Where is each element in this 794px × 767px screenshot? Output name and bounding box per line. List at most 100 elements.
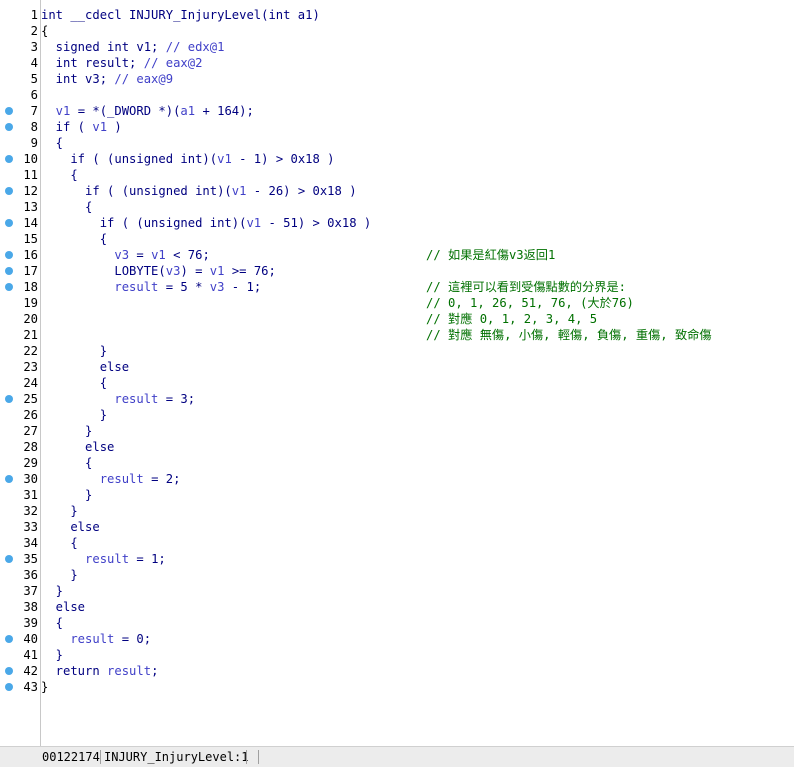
code-line-22[interactable]: }	[41, 343, 794, 359]
code-line-34[interactable]: {	[41, 535, 794, 551]
code-variable[interactable]: a1	[180, 104, 195, 118]
code-token[interactable]: if (	[41, 120, 92, 134]
code-line-25[interactable]: result = 3;	[41, 391, 794, 407]
code-variable[interactable]: // edx@1	[166, 40, 225, 54]
breakpoint-dot-icon[interactable]	[5, 123, 13, 131]
code-token[interactable]: {	[41, 24, 48, 38]
code-variable[interactable]: result	[41, 280, 158, 294]
breakpoint-dot-icon[interactable]	[5, 155, 13, 163]
code-variable[interactable]: v1	[232, 184, 247, 198]
code-token[interactable]: else	[41, 440, 114, 454]
gutter-line-2[interactable]: 2	[0, 23, 40, 39]
code-line-38[interactable]: else	[41, 599, 794, 615]
gutter-line-20[interactable]: 20	[0, 311, 40, 327]
gutter-line-29[interactable]: 29	[0, 455, 40, 471]
code-line-28[interactable]: else	[41, 439, 794, 455]
code-variable[interactable]: v1	[217, 152, 232, 166]
code-token[interactable]: {	[41, 456, 92, 470]
code-line-31[interactable]: }	[41, 487, 794, 503]
gutter-line-11[interactable]: 11	[0, 167, 40, 183]
code-line-33[interactable]: else	[41, 519, 794, 535]
code-token[interactable]: if ( (unsigned int)(	[41, 216, 247, 230]
gutter-line-39[interactable]: 39	[0, 615, 40, 631]
code-token[interactable]: int v3;	[41, 72, 114, 86]
gutter-line-30[interactable]: 30	[0, 471, 40, 487]
breakpoint-dot-icon[interactable]	[5, 555, 13, 563]
code-token[interactable]: = 1;	[129, 552, 165, 566]
code-line-27[interactable]: }	[41, 423, 794, 439]
code-token[interactable]: {	[41, 232, 107, 246]
code-line-19[interactable]: // 0, 1, 26, 51, 76, (大於76)	[41, 295, 794, 311]
code-token[interactable]: LOBYTE(	[41, 264, 165, 278]
code-token[interactable]: }	[41, 568, 77, 582]
code-line-20[interactable]: // 對應 0, 1, 2, 3, 4, 5	[41, 311, 794, 327]
gutter-line-31[interactable]: 31	[0, 487, 40, 503]
code-line-10[interactable]: if ( (unsigned int)(v1 - 1) > 0x18 )	[41, 151, 794, 167]
breakpoint-dot-icon[interactable]	[5, 107, 13, 115]
code-line-36[interactable]: }	[41, 567, 794, 583]
code-line-21[interactable]: // 對應 無傷, 小傷, 輕傷, 負傷, 重傷, 致命傷	[41, 327, 794, 343]
code-line-37[interactable]: }	[41, 583, 794, 599]
code-token[interactable]: {	[41, 168, 77, 182]
code-token[interactable]: return	[41, 664, 107, 678]
code-variable[interactable]: // eax@9	[114, 72, 173, 86]
gutter-line-9[interactable]: 9	[0, 135, 40, 151]
gutter-line-4[interactable]: 4	[0, 55, 40, 71]
code-token[interactable]: {	[41, 536, 77, 550]
code-line-23[interactable]: else	[41, 359, 794, 375]
code-line-6[interactable]	[41, 87, 794, 103]
breakpoint-dot-icon[interactable]	[5, 683, 13, 691]
code-token[interactable]: if ( (unsigned int)(	[41, 152, 217, 166]
breakpoint-dot-icon[interactable]	[5, 283, 13, 291]
code-line-8[interactable]: if ( v1 )	[41, 119, 794, 135]
code-line-29[interactable]: {	[41, 455, 794, 471]
code-variable[interactable]: v1	[151, 248, 166, 262]
code-token[interactable]: = 0;	[114, 632, 151, 646]
code-area[interactable]: int __cdecl INJURY_InjuryLevel(int a1){ …	[41, 0, 794, 746]
code-token[interactable]: }	[41, 648, 63, 662]
code-line-5[interactable]: int v3; // eax@9	[41, 71, 794, 87]
gutter-line-7[interactable]: 7	[0, 103, 40, 119]
code-token[interactable]: {	[41, 376, 107, 390]
code-variable[interactable]: // eax@2	[144, 56, 203, 70]
gutter-line-37[interactable]: 37	[0, 583, 40, 599]
code-token[interactable]: = *(_DWORD *)(	[70, 104, 181, 118]
breakpoint-dot-icon[interactable]	[5, 475, 13, 483]
code-token[interactable]: - 51) > 0x18 )	[261, 216, 371, 230]
code-line-4[interactable]: int result; // eax@2	[41, 55, 794, 71]
code-token[interactable]: else	[41, 600, 85, 614]
code-token[interactable]: >= 76;	[224, 264, 276, 278]
code-line-7[interactable]: v1 = *(_DWORD *)(a1 + 164);	[41, 103, 794, 119]
gutter-line-32[interactable]: 32	[0, 503, 40, 519]
code-token[interactable]: signed int v1;	[41, 40, 166, 54]
code-variable[interactable]: v1	[246, 216, 261, 230]
code-line-39[interactable]: {	[41, 615, 794, 631]
code-token[interactable]: }	[41, 680, 48, 694]
gutter-line-33[interactable]: 33	[0, 519, 40, 535]
code-line-30[interactable]: result = 2;	[41, 471, 794, 487]
gutter-line-24[interactable]: 24	[0, 375, 40, 391]
code-token[interactable]: < 76;	[166, 248, 210, 262]
gutter-line-18[interactable]: 18	[0, 279, 40, 295]
code-token[interactable]: ;	[151, 664, 158, 678]
gutter-line-15[interactable]: 15	[0, 231, 40, 247]
code-line-32[interactable]: }	[41, 503, 794, 519]
code-line-17[interactable]: LOBYTE(v3) = v1 >= 76;	[41, 263, 794, 279]
gutter-line-14[interactable]: 14	[0, 215, 40, 231]
breakpoint-dot-icon[interactable]	[5, 667, 13, 675]
gutter-line-34[interactable]: 34	[0, 535, 40, 551]
gutter-line-1[interactable]: 1	[0, 7, 40, 23]
code-token[interactable]: else	[41, 360, 129, 374]
code-line-41[interactable]: }	[41, 647, 794, 663]
code-token[interactable]: = 2;	[144, 472, 180, 486]
line-number-gutter[interactable]: 1 2 3 4 5 6 7 8 9 10 11 12 13 14 15 16 17 18 19 20 21 22 23 24 2…	[0, 0, 41, 746]
gutter-line-36[interactable]: 36	[0, 567, 40, 583]
code-line-11[interactable]: {	[41, 167, 794, 183]
gutter-line-23[interactable]: 23	[0, 359, 40, 375]
code-line-42[interactable]: return result;	[41, 663, 794, 679]
code-token[interactable]: }	[41, 344, 107, 358]
breakpoint-dot-icon[interactable]	[5, 635, 13, 643]
gutter-line-35[interactable]: 35	[0, 551, 40, 567]
code-token[interactable]: }	[41, 424, 92, 438]
gutter-line-41[interactable]: 41	[0, 647, 40, 663]
